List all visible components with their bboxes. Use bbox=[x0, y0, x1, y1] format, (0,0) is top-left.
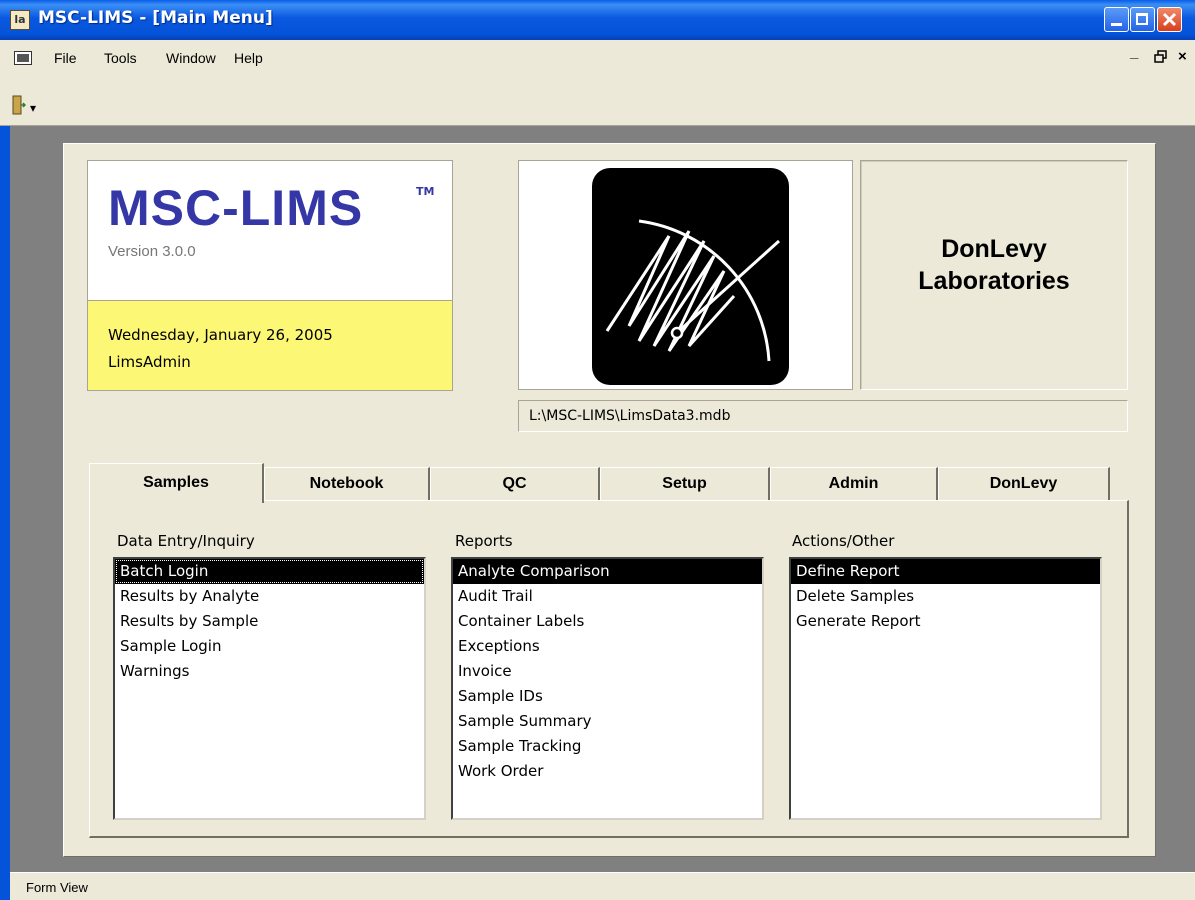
company-logo-panel bbox=[518, 160, 853, 390]
list-item[interactable]: Generate Report bbox=[791, 609, 1100, 634]
mdi-close-button[interactable]: × bbox=[1178, 48, 1187, 65]
list-item[interactable]: Audit Trail bbox=[453, 584, 762, 609]
current-user: LimsAdmin bbox=[108, 353, 191, 371]
list-item[interactable]: Work Order bbox=[453, 759, 762, 784]
company-name-line2: Laboratories bbox=[918, 267, 1070, 295]
close-button[interactable] bbox=[1157, 7, 1182, 32]
actions-list[interactable]: Define Report Delete Samples Generate Repo… bbox=[789, 557, 1102, 820]
list-item[interactable]: Batch Login bbox=[115, 559, 424, 584]
list-item[interactable]: Sample Tracking bbox=[453, 734, 762, 759]
list-item[interactable]: Define Report bbox=[791, 559, 1100, 584]
restore-icon bbox=[1154, 50, 1167, 63]
tab-samples[interactable]: Samples bbox=[89, 463, 264, 503]
company-logo-icon bbox=[592, 168, 789, 385]
list-item[interactable]: Results by Sample bbox=[115, 609, 424, 634]
list-item[interactable]: Exceptions bbox=[453, 634, 762, 659]
status-text: Form View bbox=[26, 880, 88, 895]
tab-donlevy[interactable]: DonLevy bbox=[938, 467, 1110, 501]
window-frame bbox=[0, 126, 10, 900]
menu-help[interactable]: Help bbox=[234, 50, 263, 66]
trademark-mark: TM bbox=[416, 185, 435, 198]
list-item[interactable]: Invoice bbox=[453, 659, 762, 684]
list-item[interactable]: Sample Summary bbox=[453, 709, 762, 734]
list-item[interactable]: Results by Analyte bbox=[115, 584, 424, 609]
data-entry-list[interactable]: Batch Login Results by Analyte Results by … bbox=[113, 557, 426, 820]
document-icon[interactable] bbox=[14, 51, 32, 65]
status-bar: Form View bbox=[10, 872, 1195, 900]
company-name-line1: DonLevy bbox=[941, 235, 1047, 263]
tab-notebook[interactable]: Notebook bbox=[264, 467, 430, 501]
minimize-button[interactable] bbox=[1104, 7, 1129, 32]
menu-bar: File Tools Window Help _ × ▾ bbox=[0, 40, 1195, 126]
list-item[interactable]: Sample IDs bbox=[453, 684, 762, 709]
close-icon bbox=[1162, 12, 1177, 27]
list-item[interactable]: Delete Samples bbox=[791, 584, 1100, 609]
company-name-panel: DonLevy Laboratories bbox=[860, 160, 1128, 390]
list-item[interactable]: Warnings bbox=[115, 659, 424, 684]
company-name: DonLevy Laboratories bbox=[861, 233, 1127, 297]
maximize-icon bbox=[1136, 13, 1148, 25]
tab-qc[interactable]: QC bbox=[430, 467, 600, 501]
database-path-field: L:\MSC-LIMS\LimsData3.mdb bbox=[518, 400, 1128, 432]
exit-icon[interactable] bbox=[12, 95, 26, 115]
title-bar[interactable]: la MSC-LIMS - [Main Menu] bbox=[0, 0, 1195, 40]
database-path: L:\MSC-LIMS\LimsData3.mdb bbox=[529, 408, 731, 424]
session-info-panel: Wednesday, January 26, 2005 LimsAdmin bbox=[87, 301, 453, 391]
menu-file[interactable]: File bbox=[54, 50, 77, 66]
tab-admin[interactable]: Admin bbox=[770, 467, 938, 501]
list-item[interactable]: Analyte Comparison bbox=[453, 559, 762, 584]
product-logo: MSC-LIMS bbox=[108, 180, 364, 236]
current-date: Wednesday, January 26, 2005 bbox=[108, 326, 333, 344]
actions-label: Actions/Other bbox=[792, 532, 895, 550]
menu-window[interactable]: Window bbox=[166, 50, 216, 66]
list-item[interactable]: Sample Login bbox=[115, 634, 424, 659]
reports-label: Reports bbox=[455, 532, 513, 550]
window-title: MSC-LIMS - [Main Menu] bbox=[38, 8, 273, 28]
minimize-icon bbox=[1111, 23, 1122, 26]
tab-setup[interactable]: Setup bbox=[600, 467, 770, 501]
maximize-button[interactable] bbox=[1130, 7, 1155, 32]
mdi-minimize-button[interactable]: _ bbox=[1130, 44, 1138, 61]
chevron-down-icon[interactable]: ▾ bbox=[30, 101, 36, 115]
menu-tools[interactable]: Tools bbox=[104, 50, 137, 66]
app-icon[interactable]: la bbox=[10, 10, 30, 30]
version-label: Version 3.0.0 bbox=[108, 243, 196, 260]
reports-list[interactable]: Analyte Comparison Audit Trail Container L… bbox=[451, 557, 764, 820]
list-item[interactable]: Container Labels bbox=[453, 609, 762, 634]
product-logo-panel: MSC-LIMS TM Version 3.0.0 bbox=[87, 160, 453, 301]
data-entry-label: Data Entry/Inquiry bbox=[117, 532, 255, 550]
